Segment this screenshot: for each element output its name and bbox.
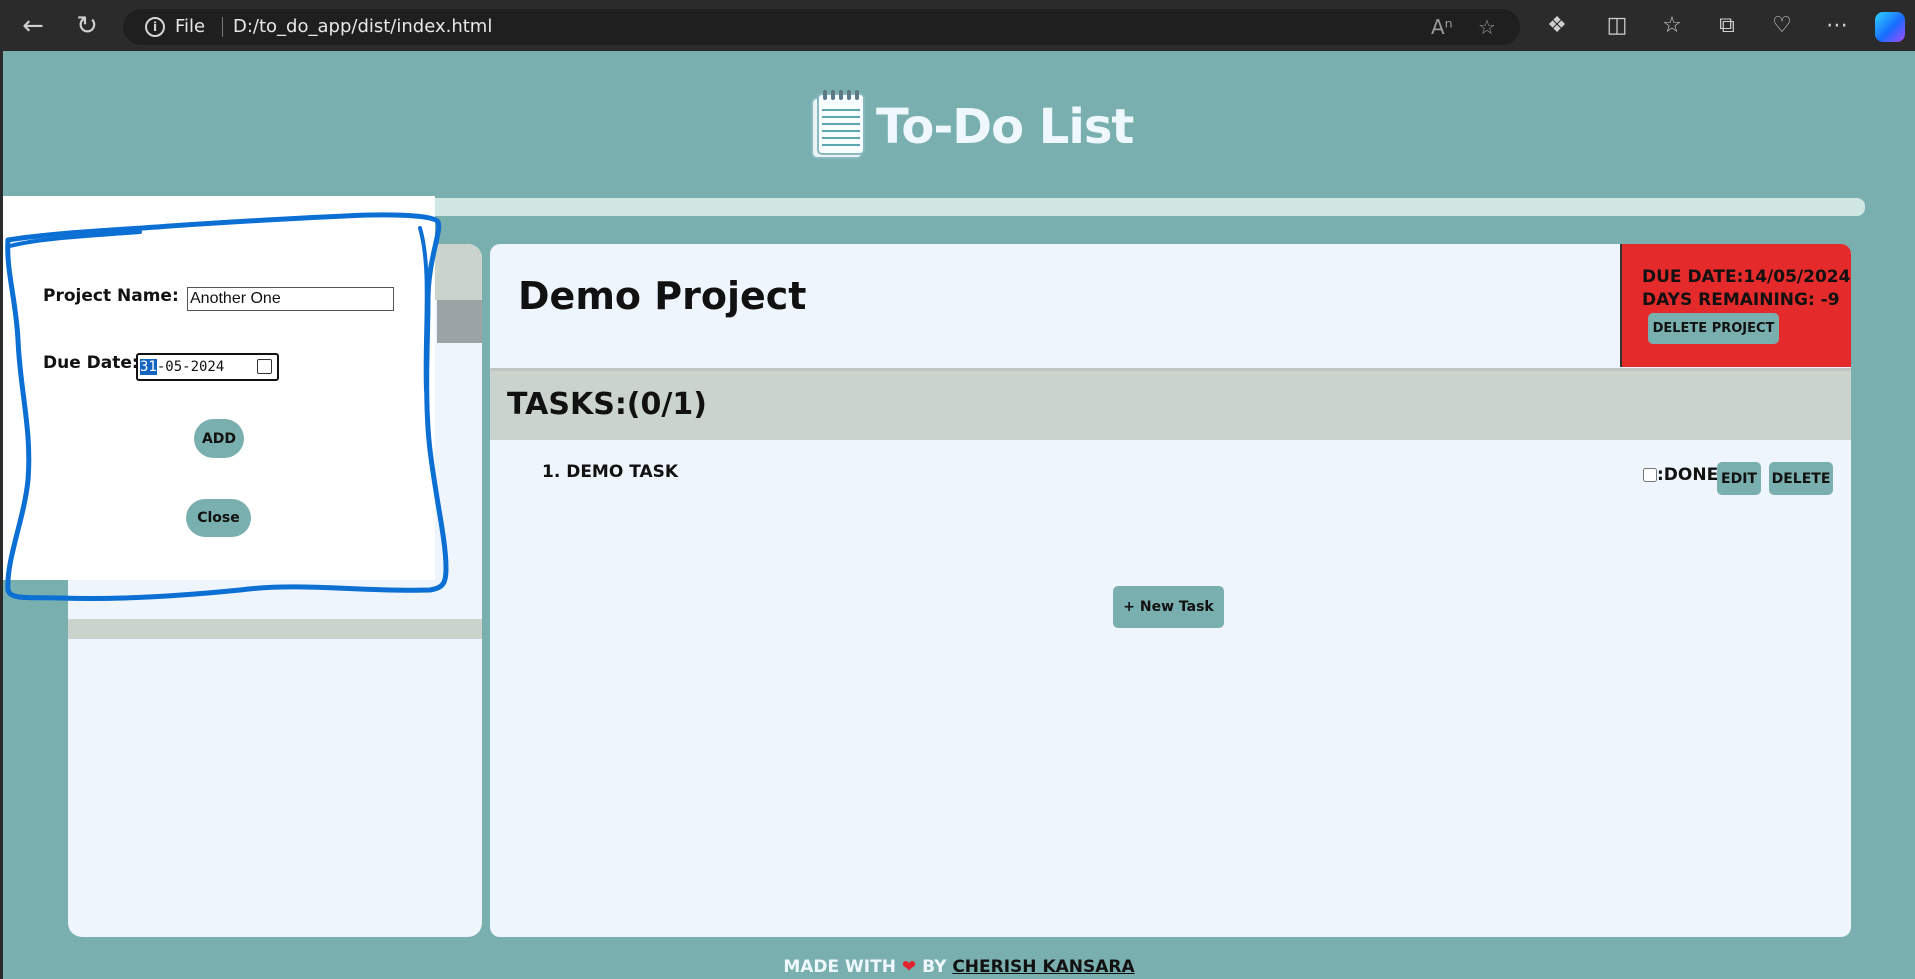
url-scheme: File (175, 16, 206, 37)
due-date-label: Due Date: (43, 353, 139, 373)
due-date-rest: -05-2024 (156, 359, 225, 375)
info-icon[interactable]: i (145, 17, 165, 37)
favorites-icon[interactable]: ☆ (1655, 9, 1689, 43)
favorite-star-icon[interactable]: ☆ (1478, 15, 1496, 39)
task-done-checkbox[interactable] (1643, 468, 1657, 482)
task-done-label: :DONE (1657, 465, 1719, 485)
copilot-icon[interactable] (1875, 12, 1905, 42)
refresh-icon[interactable]: ↻ (70, 9, 104, 43)
heart-icon: ❤ (901, 957, 917, 977)
split-screen-icon[interactable]: ◫ (1600, 9, 1634, 43)
due-date-input[interactable]: 31-05-2024 (136, 353, 279, 381)
app-title: To-Do List (876, 99, 1134, 155)
url-text[interactable]: D:/to_do_app/dist/index.html (233, 16, 492, 37)
browser-essentials-icon[interactable]: ♡ (1765, 9, 1799, 43)
edit-task-button[interactable]: EDIT (1717, 462, 1761, 495)
due-date-box: DUE DATE:14/05/2024 DAYS REMAINING: -9 D… (1620, 244, 1851, 367)
footer-by: BY (922, 957, 947, 977)
browser-toolbar: ← ↻ i File D:/to_do_app/dist/index.html … (0, 0, 1915, 51)
delete-task-button[interactable]: DELETE (1769, 462, 1833, 495)
new-task-button[interactable]: + New Task (1113, 586, 1224, 628)
author-link[interactable]: CHERISH KANSARA (952, 957, 1134, 977)
project-name-input[interactable] (187, 287, 394, 311)
due-date-text: DUE DATE:14/05/2024 (1642, 267, 1851, 287)
project-name-label: Project Name: (43, 286, 179, 306)
calendar-icon[interactable] (257, 359, 272, 374)
add-project-modal: Project Name: Due Date: 31-05-2024 ADD C… (3, 196, 435, 580)
task-item-label: 1. DEMO TASK (542, 462, 679, 482)
notepad-logo-icon (811, 90, 865, 159)
extensions-icon[interactable]: ❖ (1540, 9, 1574, 43)
days-remaining-text: DAYS REMAINING: -9 (1642, 290, 1840, 310)
project-panel: Demo Project DUE DATE:14/05/2024 DAYS RE… (490, 244, 1851, 937)
add-project-button[interactable]: ADD (194, 419, 244, 458)
project-title: Demo Project (518, 274, 807, 318)
footer-made-with: MADE WITH (783, 957, 896, 977)
due-date-day-segment[interactable]: 31 (140, 359, 157, 375)
delete-project-button[interactable]: DELETE PROJECT (1648, 313, 1779, 344)
sidebar-selected-item[interactable] (437, 300, 482, 343)
more-menu-icon[interactable]: ⋯ (1820, 9, 1854, 43)
read-aloud-icon[interactable]: Aⁿ (1431, 15, 1453, 39)
footer: MADE WITH ❤ BY CHERISH KANSARA (3, 957, 1915, 977)
sidebar-footer-band (68, 619, 482, 639)
close-modal-button[interactable]: Close (186, 499, 251, 537)
url-separator (222, 17, 223, 37)
collections-icon[interactable]: ⧉ (1710, 9, 1744, 43)
address-bar[interactable]: i File D:/to_do_app/dist/index.html Aⁿ ☆ (123, 9, 1520, 45)
tasks-count: TASKS:(0/1) (507, 387, 707, 422)
back-icon[interactable]: ← (16, 9, 50, 43)
task-done-toggle: :DONE (1643, 465, 1718, 485)
tasks-header: TASKS:(0/1) (490, 371, 1851, 440)
